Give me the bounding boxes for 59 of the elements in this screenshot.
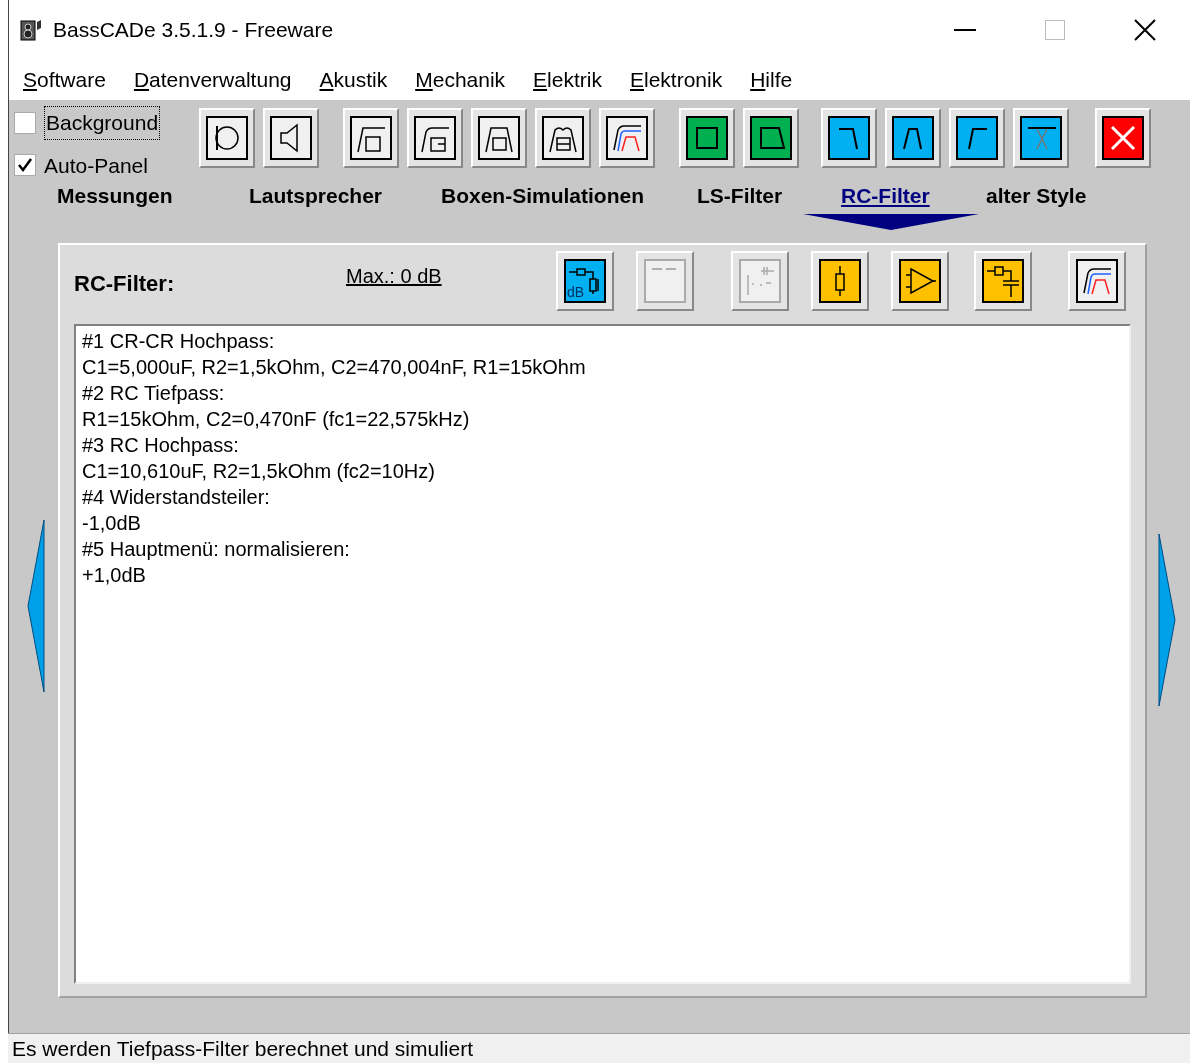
- resistor-icon: [835, 266, 845, 296]
- dash-icon: [652, 268, 676, 270]
- result-line: C1=5,000uF, R2=1,5kOhm, C2=470,004nF, R1=15kOhm: [82, 355, 587, 380]
- toolbar-button[interactable]: [1068, 251, 1126, 311]
- toolbar-button[interactable]: [471, 108, 527, 168]
- checkbox-label: Background: [44, 106, 161, 140]
- result-line: #4 Widerstandsteiler:: [82, 485, 271, 510]
- section-tab[interactable]: LS-Filter: [697, 180, 783, 212]
- selection-arrow-icon: [803, 214, 979, 230]
- menu-item[interactable]: Elektronik: [629, 64, 723, 96]
- checkbox[interactable]: [14, 154, 36, 177]
- checkbox-label: Auto-Panel: [44, 152, 148, 179]
- toolbar-button[interactable]: [679, 108, 735, 168]
- result-line: +1,0dB: [82, 563, 147, 588]
- maximize-icon: [1045, 20, 1065, 40]
- db-label: dB: [567, 285, 585, 299]
- section-tab[interactable]: Lautsprecher: [249, 180, 383, 212]
- checkbox[interactable]: [14, 111, 36, 134]
- result-line: #1 CR-CR Hochpass:: [82, 329, 276, 354]
- status-text: Es werden Tiefpass-Filter berechnet und simuliert: [12, 1035, 474, 1062]
- toolbar-button[interactable]: [407, 108, 463, 168]
- menu-item[interactable]: Mechanik: [415, 64, 506, 96]
- toolbar-button[interactable]: [535, 108, 591, 168]
- toolbar-button[interactable]: [949, 108, 1005, 168]
- result-line: #3 RC Hochpass:: [82, 433, 240, 458]
- menu-item[interactable]: Software: [23, 64, 106, 96]
- close-icon: [1134, 19, 1156, 41]
- minimize-icon: [954, 29, 976, 31]
- result-line: C1=10,610uF, R2=1,5kOhm (fc2=10Hz): [82, 459, 436, 484]
- toolbar-button[interactable]: dB: [556, 251, 614, 311]
- window-title: BassCADe 3.5.1.9 - Freeware: [53, 17, 334, 44]
- result-line: R1=15kOhm, C2=0,470nF (fc1=22,575kHz): [82, 407, 471, 432]
- toolbar-button[interactable]: [891, 251, 949, 311]
- result-line: #2 RC Tiefpass:: [82, 381, 226, 406]
- menu-item[interactable]: Hilfe: [750, 64, 793, 96]
- section-tab[interactable]: RC-Filter: [841, 180, 930, 212]
- menu-item[interactable]: Datenverwaltung: [133, 64, 292, 96]
- result-line: -1,0dB: [82, 511, 142, 536]
- section-tab[interactable]: alter Style: [986, 180, 1087, 212]
- toolbar-button[interactable]: [974, 251, 1032, 311]
- section-tab[interactable]: Boxen-Simulationen: [441, 180, 645, 212]
- toolbar-button[interactable]: [343, 108, 399, 168]
- result-line: #5 Hauptmenü: normalisieren:: [82, 537, 351, 562]
- menu-item[interactable]: Elektrik: [533, 64, 602, 96]
- max-level-link[interactable]: Max.: 0 dB: [346, 261, 442, 291]
- next-arrow-icon[interactable]: [1158, 534, 1176, 706]
- section-tab[interactable]: Messungen: [57, 180, 173, 212]
- panel-title: RC-Filter:: [74, 270, 175, 298]
- toolbar-button[interactable]: [1095, 108, 1151, 168]
- previous-arrow-icon[interactable]: [27, 520, 45, 692]
- toolbar-button[interactable]: [599, 108, 655, 168]
- toolbar-button[interactable]: [199, 108, 255, 168]
- toolbar-button[interactable]: [263, 108, 319, 168]
- toolbar-button[interactable]: [811, 251, 869, 311]
- toolbar-button[interactable]: [743, 108, 799, 168]
- toolbar-button[interactable]: [1013, 108, 1069, 168]
- toolbar-button[interactable]: [885, 108, 941, 168]
- toolbar-button[interactable]: [821, 108, 877, 168]
- menu-item[interactable]: Akustik: [319, 64, 388, 96]
